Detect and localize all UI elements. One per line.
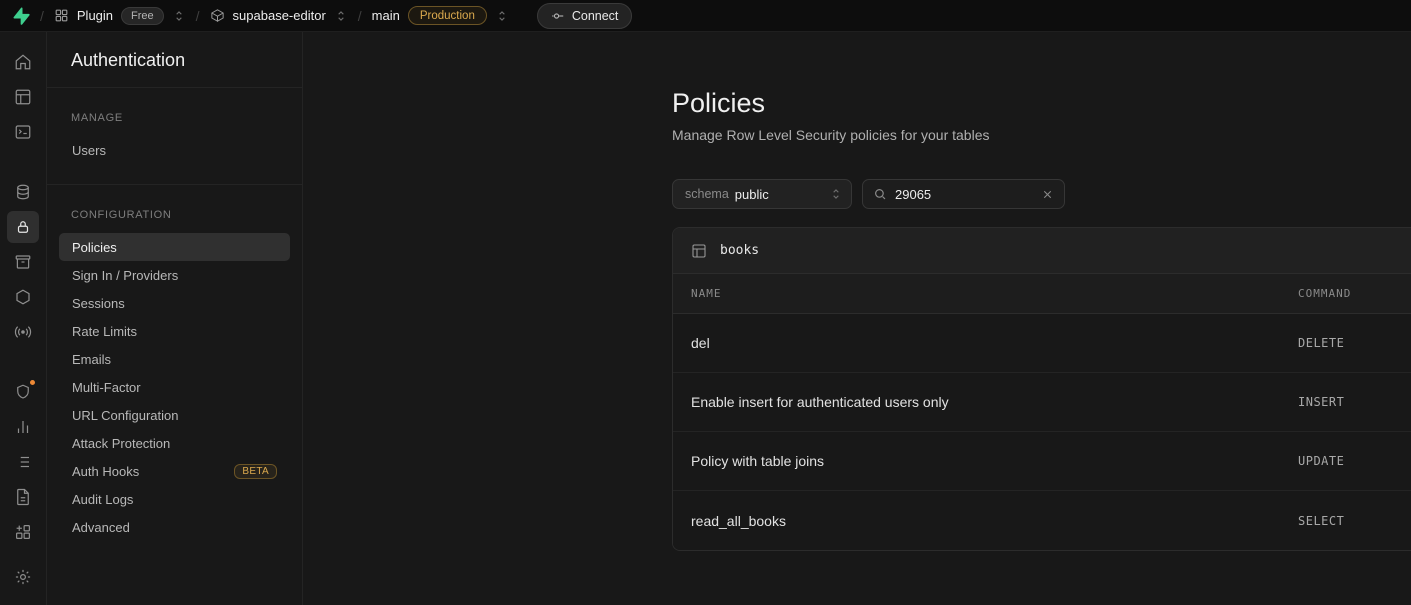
storage-icon[interactable] (7, 246, 39, 278)
integrations-icon[interactable] (7, 516, 39, 548)
sql-editor-icon[interactable] (7, 116, 39, 148)
policy-command: INSERT (1298, 395, 1411, 409)
sidebar-item-label: URL Configuration (72, 408, 178, 423)
sidebar-item-rate-limits[interactable]: Rate Limits (59, 317, 290, 345)
sidebar-item-label: Sign In / Providers (72, 268, 178, 283)
table-row: Enable insert for authenticated users on… (673, 373, 1411, 432)
logs-icon[interactable] (7, 446, 39, 478)
settings-icon[interactable] (7, 561, 39, 593)
home-icon[interactable] (7, 46, 39, 78)
sidebar-item-label: Multi-Factor (72, 380, 141, 395)
sidebar-title: Authentication (71, 50, 278, 71)
filters-row: schema public (672, 179, 1411, 209)
policy-command: SELECT (1298, 514, 1411, 528)
schema-select[interactable]: schema public (672, 179, 852, 209)
reports-icon[interactable] (7, 411, 39, 443)
policy-name: Policy with table joins (673, 453, 1298, 469)
plan-badge: Free (121, 7, 164, 25)
main-content: Policies Manage Row Level Security polic… (303, 32, 1411, 605)
connect-button[interactable]: Connect (537, 3, 633, 29)
table-row: read_all_books SELECT (673, 491, 1411, 550)
supabase-logo-icon[interactable] (10, 6, 30, 26)
authentication-icon[interactable] (7, 211, 39, 243)
sidebar-item-audit-logs[interactable]: Audit Logs (59, 485, 290, 513)
sidebar-item-attack-protection[interactable]: Attack Protection (59, 429, 290, 457)
clear-search-icon[interactable] (1041, 188, 1054, 201)
sidebar-item-emails[interactable]: Emails (59, 345, 290, 373)
branch-breadcrumb[interactable]: main Production (372, 6, 509, 25)
connect-plug-icon (551, 9, 565, 23)
sidebar-item-multi-factor[interactable]: Multi-Factor (59, 373, 290, 401)
project-icon (210, 8, 225, 23)
sidebar-item-label: Auth Hooks (72, 464, 139, 479)
edge-functions-icon[interactable] (7, 281, 39, 313)
org-switcher-icon[interactable] (172, 9, 186, 23)
sidebar-item-label: Policies (72, 240, 117, 255)
nav-rail (0, 32, 47, 605)
database-icon[interactable] (7, 176, 39, 208)
sidebar-item-url-configuration[interactable]: URL Configuration (59, 401, 290, 429)
policy-command: DELETE (1298, 336, 1411, 350)
project-switcher-icon[interactable] (334, 9, 348, 23)
breadcrumb-separator: / (358, 8, 362, 24)
sidebar-item-label: Emails (72, 352, 111, 367)
org-icon (54, 8, 69, 23)
policy-name: Enable insert for authenticated users on… (673, 394, 1298, 410)
chevron-sort-icon (829, 187, 843, 201)
sidebar-item-label: Audit Logs (72, 492, 133, 507)
table-row: Policy with table joins UPDATE (673, 432, 1411, 491)
branch-name: main (372, 8, 400, 23)
notification-dot (29, 379, 36, 386)
policies-table-card: books NAME COMMAND del DELETE Enable ins… (672, 227, 1411, 551)
policy-name: read_all_books (673, 513, 1298, 529)
table-icon (691, 243, 707, 259)
project-name: supabase-editor (233, 8, 326, 23)
policy-search (862, 179, 1065, 209)
sidebar-item-advanced[interactable]: Advanced (59, 513, 290, 541)
sidebar-item-sessions[interactable]: Sessions (59, 289, 290, 317)
sidebar-item-users[interactable]: Users (59, 136, 290, 164)
page-subtitle: Manage Row Level Security policies for y… (672, 127, 1411, 143)
sidebar-item-label: Sessions (72, 296, 125, 311)
schema-select-value: public (735, 187, 769, 202)
policy-name: del (673, 335, 1298, 351)
sidebar-item-label: Users (72, 143, 106, 158)
table-card-header: books (673, 228, 1411, 274)
policy-command: UPDATE (1298, 454, 1411, 468)
sidebar-item-sign-in-providers[interactable]: Sign In / Providers (59, 261, 290, 289)
table-row: del DELETE (673, 314, 1411, 373)
table-header-row: NAME COMMAND (673, 274, 1411, 314)
beta-badge: BETA (234, 464, 277, 479)
sidebar-header: Authentication (47, 32, 302, 88)
advisors-icon[interactable] (7, 376, 39, 408)
sidebar-item-policies[interactable]: Policies (59, 233, 290, 261)
sidebar-item-auth-hooks[interactable]: Auth Hooks BETA (59, 457, 290, 485)
branch-switcher-icon[interactable] (495, 9, 509, 23)
sidebar-divider (47, 184, 302, 185)
table-editor-icon[interactable] (7, 81, 39, 113)
breadcrumb-separator: / (196, 8, 200, 24)
search-input[interactable] (895, 187, 1033, 202)
configuration-section-label: CONFIGURATION (71, 209, 278, 221)
column-header-command: COMMAND (1298, 287, 1411, 300)
manage-section-label: MANAGE (71, 112, 278, 124)
connect-label: Connect (572, 9, 619, 23)
column-header-name: NAME (673, 287, 1298, 300)
topbar: / Plugin Free / supabase-editor / main P… (0, 0, 1411, 32)
realtime-icon[interactable] (7, 316, 39, 348)
sidebar-item-label: Attack Protection (72, 436, 170, 451)
search-icon (873, 187, 887, 201)
api-docs-icon[interactable] (7, 481, 39, 513)
schema-select-prefix: schema (685, 187, 729, 201)
org-breadcrumb[interactable]: Plugin Free (54, 7, 186, 25)
sidebar-item-label: Advanced (72, 520, 130, 535)
breadcrumb-separator: / (40, 8, 44, 24)
sidebar-item-label: Rate Limits (72, 324, 137, 339)
auth-sidebar: Authentication MANAGE Users CONFIGURATIO… (47, 32, 303, 605)
table-name: books (720, 243, 759, 258)
environment-badge: Production (408, 6, 487, 25)
page-title: Policies (672, 88, 1411, 119)
project-breadcrumb[interactable]: supabase-editor (210, 8, 348, 23)
org-name: Plugin (77, 8, 113, 23)
